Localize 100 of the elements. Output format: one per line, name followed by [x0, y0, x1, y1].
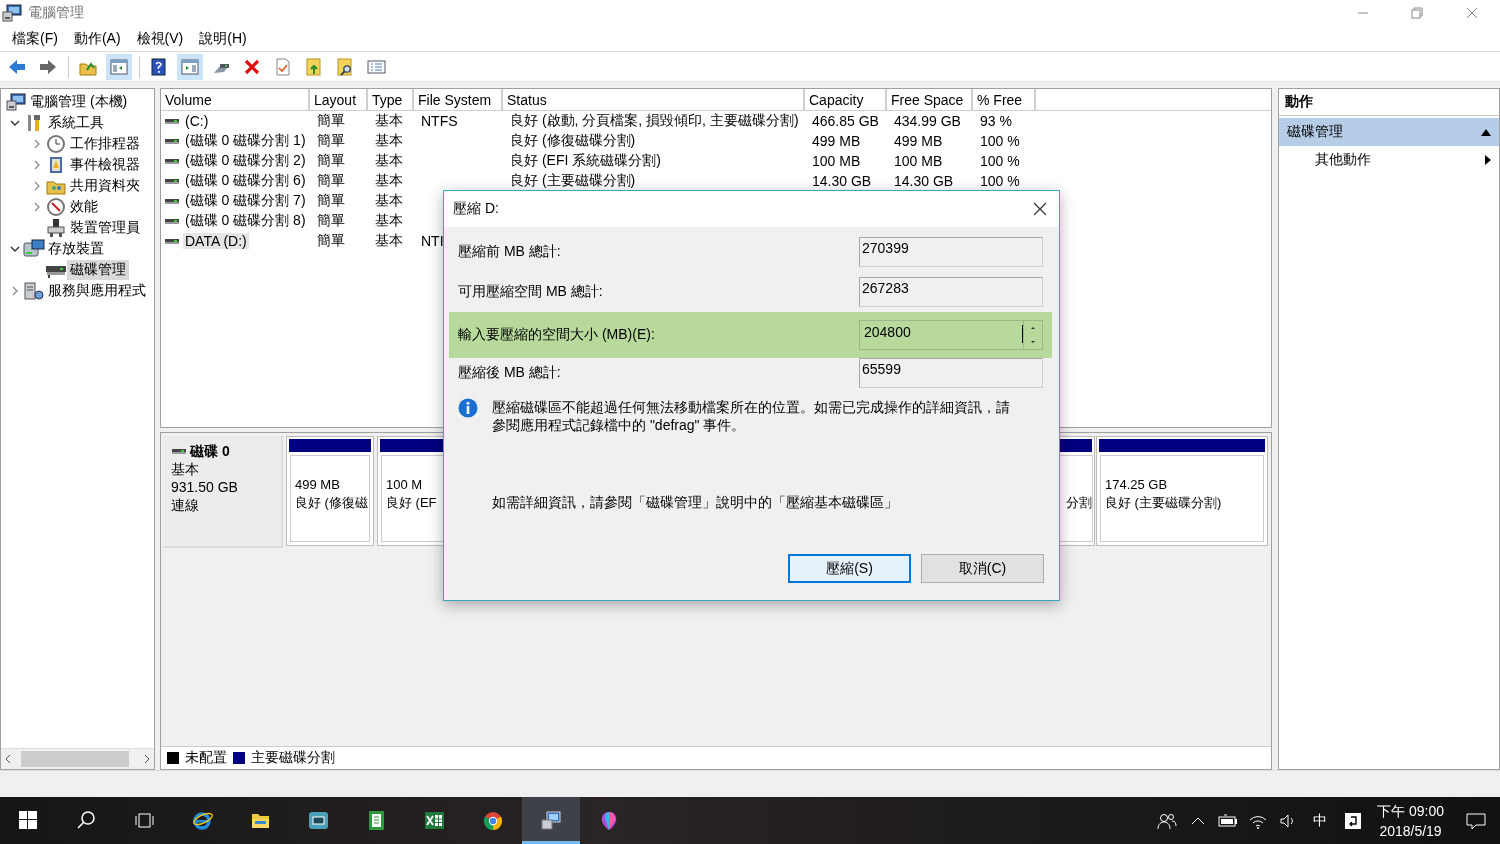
table-cell-text: 良好 (EFI 系統磁碟分割)	[509, 152, 662, 168]
column-header[interactable]: Status	[502, 89, 804, 111]
tree-item[interactable]: 裝置管理員	[67, 217, 143, 238]
table-cell-text: 簡單	[316, 192, 346, 208]
tree-item[interactable]: 電腦管理 (本機)	[27, 91, 131, 112]
window-title: 電腦管理	[28, 4, 84, 22]
table-cell-text: NTFS	[420, 113, 459, 129]
partition-block[interactable]: 174.25 GB 良好 (主要磁碟分割)	[1096, 436, 1268, 546]
tree-item[interactable]: 共用資料夾	[67, 175, 143, 196]
search-icon[interactable]	[77, 810, 97, 831]
clock-time[interactable]: 下午 09:00	[1377, 800, 1444, 821]
folder-search-icon[interactable]	[335, 56, 355, 77]
table-cell[interactable]: (磁碟 0 磁碟分割 1)	[183, 132, 308, 150]
tree-item[interactable]: 系統工具	[45, 112, 107, 133]
table-cell-text: 良好 (啟動, 分頁檔案, 損毀傾印, 主要磁碟分割)	[509, 112, 800, 128]
notification-icon[interactable]	[1466, 810, 1486, 831]
table-cell-text: 良好 (主要磁碟分割)	[509, 172, 637, 188]
table-cell-text: 466.85 GB	[811, 113, 880, 129]
column-header[interactable]: Layout	[309, 89, 367, 111]
cancel-button[interactable]: 取消(C)	[921, 554, 1044, 583]
close-icon[interactable]	[1033, 202, 1047, 216]
info-text: 壓縮磁碟區不能超過任何無法移動檔案所在的位置。如需已完成操作的詳細資訊，請參閱應用程式記錄檔中的 "defrag" 事件。	[492, 398, 1011, 434]
partition-status: 分割	[1066, 495, 1092, 510]
table-cell-text: 簡單	[316, 132, 346, 148]
readonly-field: 65599	[859, 358, 1043, 388]
table-cell[interactable]: DATA (D:)	[183, 233, 249, 249]
field-label: 壓縮前 MB 總計:	[458, 243, 562, 261]
column-header[interactable]: Volume	[161, 89, 309, 111]
table-cell-text: 簡單	[316, 112, 346, 128]
table-cell[interactable]: (磁碟 0 磁碟分割 6)	[183, 172, 308, 190]
menu-item[interactable]: 動作(A)	[67, 29, 131, 48]
services-icon	[23, 280, 45, 301]
caret-icon	[1485, 155, 1491, 165]
table-cell-text: 基本	[374, 132, 404, 148]
spreadsheet-icon[interactable]	[425, 810, 445, 831]
device-icon	[46, 217, 66, 238]
globe-e-icon[interactable]	[193, 810, 213, 831]
legend-label: 未配置	[185, 749, 227, 767]
notebook-icon[interactable]	[367, 810, 387, 831]
table-cell[interactable]: (磁碟 0 磁碟分割 8)	[183, 212, 308, 230]
menu-item[interactable]: 檔案(F)	[6, 29, 68, 48]
drive-icon	[164, 236, 180, 246]
column-header[interactable]: % Free	[972, 89, 1035, 111]
column-header[interactable]: Free Space	[886, 89, 972, 111]
tree-item[interactable]: 事件檢視器	[67, 154, 143, 175]
table-cell-text: NTI	[420, 233, 445, 249]
column-header[interactable]: Capacity	[804, 89, 886, 111]
computer-management-icon[interactable]	[541, 810, 561, 831]
table-cell-text: 100 %	[979, 133, 1021, 149]
table-cell-text: 基本	[374, 192, 404, 208]
section-header[interactable]: 磁碟管理	[1279, 118, 1499, 146]
partition-status: 良好 (修復磁	[295, 494, 367, 512]
shrink-button[interactable]: 壓縮(S)	[788, 554, 911, 583]
storage-icon	[23, 238, 45, 259]
camera-app-icon[interactable]	[309, 810, 329, 831]
partition-status: 良好 (EF	[386, 494, 438, 512]
table-cell-text: 100 MB	[811, 153, 862, 169]
input-method-indicator[interactable]: 中	[1303, 797, 1338, 844]
menu-item[interactable]: 說明(H)	[193, 29, 257, 48]
check-document-icon[interactable]	[273, 56, 293, 77]
table-cell-text: 簡單	[316, 212, 346, 228]
ime-mode-icon[interactable]	[1343, 810, 1364, 831]
tree-item[interactable]: 磁碟管理	[67, 259, 129, 280]
tree-item[interactable]: 存放裝置	[45, 238, 107, 259]
scrollbar-thumb[interactable]	[21, 751, 129, 767]
legend-label: 主要磁碟分割	[251, 749, 335, 767]
help-icon[interactable]	[149, 56, 169, 77]
partition-size: 100 M	[386, 476, 424, 494]
table-cell[interactable]: (磁碟 0 磁碟分割 2)	[183, 152, 308, 170]
partition-block[interactable]: 499 MB 良好 (修復磁	[286, 436, 374, 546]
readonly-field: 270399	[859, 237, 1043, 267]
info-icon	[458, 398, 478, 418]
computer-icon	[6, 92, 26, 111]
table-cell-text: 基本	[374, 112, 404, 128]
drive-icon	[164, 216, 180, 226]
menu-item[interactable]: 檢視(V)	[130, 29, 194, 48]
start-icon[interactable]	[19, 810, 39, 831]
table-cell-text: 簡單	[316, 232, 346, 248]
table-cell[interactable]: (C:)	[183, 113, 211, 129]
table-cell-text: 499 MB	[893, 133, 944, 149]
drive-icon	[164, 136, 180, 146]
tree-item[interactable]: 服務與應用程式	[45, 280, 149, 301]
table-cell[interactable]: (磁碟 0 磁碟分割 7)	[183, 192, 308, 210]
table-cell-text: 14.30 GB	[893, 173, 955, 189]
partition-size: 499 MB	[295, 476, 341, 494]
table-cell-text: 434.99 GB	[893, 113, 962, 129]
drive-icon	[164, 176, 180, 186]
task-view-icon[interactable]	[135, 810, 155, 831]
column-header[interactable]: Type	[367, 89, 413, 111]
table-cell-text: 93 %	[979, 113, 1013, 129]
clock-date[interactable]: 2018/5/19	[1379, 820, 1442, 841]
drive-icon	[164, 156, 180, 166]
disk-status: 連線	[171, 496, 200, 514]
balloon-icon[interactable]	[599, 810, 619, 831]
column-header[interactable]: File System	[413, 89, 502, 111]
action-item[interactable]: 其他動作	[1279, 146, 1499, 174]
tree-item[interactable]: 工作排程器	[67, 133, 143, 154]
tree-item[interactable]: 效能	[67, 196, 101, 217]
browser-icon[interactable]	[483, 810, 503, 831]
disk-type: 基本	[171, 460, 200, 478]
